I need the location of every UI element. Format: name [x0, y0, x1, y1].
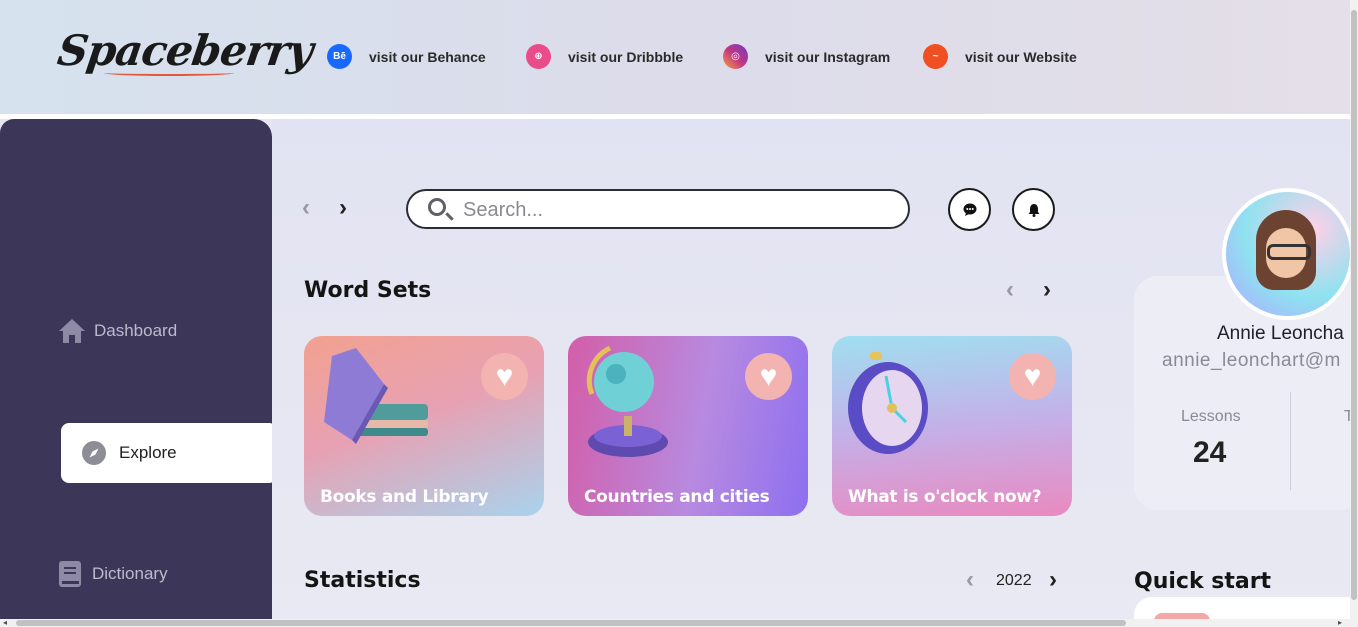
home-icon	[59, 319, 85, 343]
behance-link[interactable]: Bē visit our Behance	[327, 44, 486, 69]
spaceberry-logo[interactable]: Spaceberry	[55, 26, 316, 75]
card-title: What is o'clock now?	[848, 487, 1042, 507]
globe-illustration	[586, 345, 668, 457]
statistics-title: Statistics	[304, 568, 421, 593]
scroll-right-icon[interactable]: ▸	[1338, 619, 1342, 627]
sidebar-item-label: Dictionary	[92, 564, 168, 583]
books-illustration	[324, 348, 428, 444]
instagram-link-label[interactable]: visit our Instagram	[765, 49, 890, 65]
quick-start-title: Quick start	[1134, 569, 1272, 594]
lessons-value: 24	[1193, 436, 1227, 469]
word-set-card[interactable]: ♥ Countries and cities	[568, 336, 808, 516]
lessons-label: Lessons	[1181, 408, 1241, 425]
word-set-card[interactable]: ♥ What is o'clock now?	[832, 336, 1072, 516]
sidebar-item-dashboard[interactable]: Dashboard	[58, 318, 177, 344]
bell-icon	[1028, 203, 1039, 217]
favorite-heart-icon[interactable]: ♥	[1009, 353, 1056, 400]
website-icon: ~	[923, 44, 948, 69]
clock-illustration	[848, 352, 928, 454]
sidebar-item-explore[interactable]: Explore	[61, 423, 277, 483]
back-arrow-icon[interactable]: ‹	[302, 196, 310, 220]
search-icon	[428, 198, 446, 216]
dribbble-link-label[interactable]: visit our Dribbble	[568, 49, 683, 65]
book-icon	[59, 561, 81, 587]
avatar-face	[1256, 210, 1316, 290]
website-link-label[interactable]: visit our Website	[965, 49, 1077, 65]
horizontal-scrollbar-thumb[interactable]	[16, 620, 1126, 626]
year-prev-icon[interactable]: ‹	[966, 568, 974, 592]
profile-name: Annie Leoncha	[1217, 323, 1344, 344]
vertical-scrollbar[interactable]	[1350, 0, 1358, 619]
website-link[interactable]: ~ visit our Website	[923, 44, 1077, 69]
behance-link-label[interactable]: visit our Behance	[369, 49, 486, 65]
dribbble-icon: ⊕	[526, 44, 551, 69]
avatar[interactable]	[1222, 188, 1354, 320]
dribbble-link[interactable]: ⊕ visit our Dribbble	[526, 44, 683, 69]
compass-icon	[82, 441, 106, 465]
chat-button[interactable]	[948, 188, 991, 231]
favorite-heart-icon[interactable]: ♥	[745, 353, 792, 400]
sidebar-item-label: Dashboard	[94, 321, 178, 340]
vertical-scrollbar-thumb[interactable]	[1351, 10, 1357, 600]
search-bar[interactable]	[406, 189, 910, 229]
behance-icon: Bē	[327, 44, 352, 69]
forward-arrow-icon[interactable]: ›	[339, 196, 347, 220]
stats-divider	[1290, 392, 1291, 490]
chat-icon	[963, 203, 976, 216]
sidebar-item-dictionary[interactable]: Dictionary	[58, 560, 168, 588]
card-title: Countries and cities	[584, 487, 770, 507]
instagram-icon: ◎	[723, 44, 748, 69]
year-next-icon[interactable]: ›	[1049, 568, 1057, 592]
scroll-left-icon[interactable]: ◂	[3, 619, 7, 627]
word-set-card[interactable]: ♥ Books and Library	[304, 336, 544, 516]
search-input[interactable]	[463, 197, 893, 223]
horizontal-scrollbar[interactable]: ◂ ▸	[0, 619, 1358, 627]
sidebar	[0, 119, 272, 619]
profile-email: annie_leonchart@m	[1162, 350, 1341, 371]
top-bar: Spaceberry Bē visit our Behance ⊕ visit …	[0, 0, 1350, 114]
sidebar-item-label: Explore	[119, 443, 177, 462]
instagram-link[interactable]: ◎ visit our Instagram	[723, 44, 890, 69]
year-selector-value: 2022	[996, 572, 1032, 589]
word-sets-next-icon[interactable]: ›	[1043, 278, 1051, 302]
profile-card	[1134, 276, 1358, 510]
word-sets-title: Word Sets	[304, 278, 432, 303]
favorite-heart-icon[interactable]: ♥	[481, 353, 528, 400]
logo-underline	[104, 70, 234, 76]
card-title: Books and Library	[320, 487, 489, 507]
notifications-button[interactable]	[1012, 188, 1055, 231]
word-sets-prev-icon[interactable]: ‹	[1006, 278, 1014, 302]
